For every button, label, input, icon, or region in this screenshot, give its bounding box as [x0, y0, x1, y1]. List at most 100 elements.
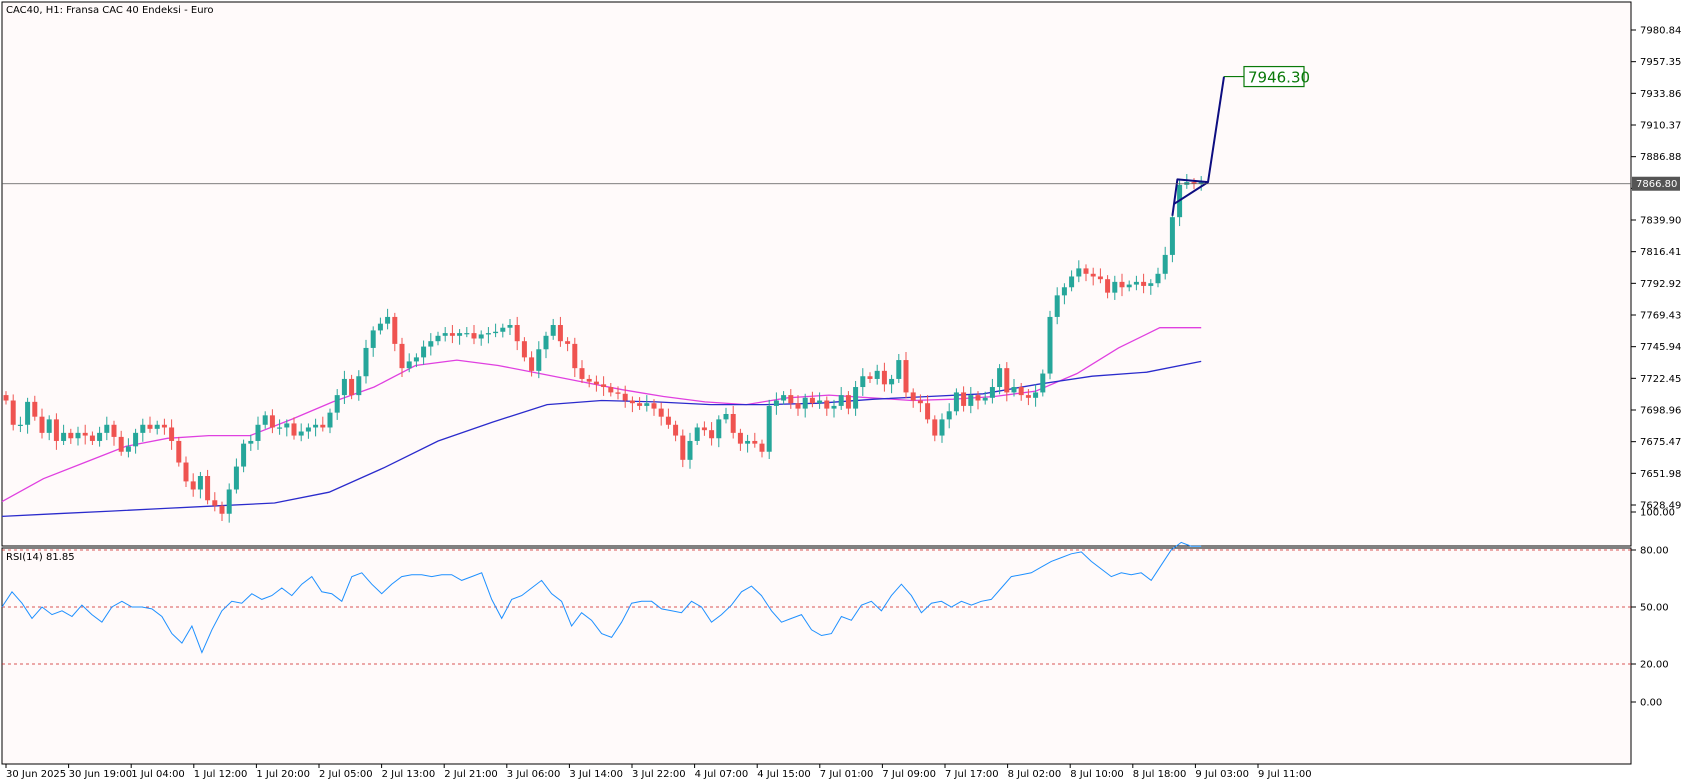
chart-title: CAC40, H1: Fransa CAC 40 Endeksi - Euro: [6, 5, 214, 16]
time-tick-label: 4 Jul 15:00: [757, 769, 811, 780]
time-tick-label: 7 Jul 01:00: [820, 769, 874, 780]
candle-body: [723, 413, 729, 420]
candle-body: [334, 395, 340, 413]
time-tick-label: 30 Jun 19:00: [69, 769, 133, 780]
candle-body: [514, 325, 520, 342]
candle-body: [730, 413, 736, 433]
candle-body: [932, 419, 938, 436]
candle-body: [500, 327, 506, 332]
candle-body: [75, 432, 81, 439]
candle-body: [32, 401, 38, 417]
price-tick-label: 7886.88: [1640, 152, 1681, 163]
time-tick-label: 2 Jul 13:00: [382, 769, 436, 780]
time-tick-label: 4 Jul 07:00: [695, 769, 749, 780]
candle-body: [392, 316, 398, 344]
candle-body: [39, 416, 45, 433]
time-tick-label: 7 Jul 09:00: [882, 769, 936, 780]
target-price-label: 7946.30: [1248, 69, 1310, 87]
time-tick-label: 2 Jul 05:00: [319, 769, 373, 780]
rsi-tick-label: 50.00: [1640, 603, 1669, 614]
candle-body: [17, 424, 23, 426]
candle-body: [363, 347, 369, 377]
candle-body: [284, 423, 290, 428]
candle-body: [125, 446, 131, 452]
candle-body: [716, 419, 722, 439]
price-tick-label: 7816.41: [1640, 247, 1681, 258]
candle-body: [629, 400, 635, 404]
candle-body: [680, 435, 686, 460]
candle-body: [1061, 287, 1067, 296]
candle-body: [233, 466, 239, 490]
candle-body: [1133, 281, 1139, 285]
candle-body: [809, 397, 815, 404]
chart-root: 7980.84 7957.35 7933.86 7910.37 7886.88 7839.…: [1, 1, 1681, 780]
price-tick-label: 7698.96: [1640, 406, 1681, 417]
candle-body: [557, 325, 563, 342]
candle-body: [773, 400, 779, 406]
candle-body: [565, 341, 571, 344]
candle-body: [413, 357, 419, 362]
candle-body: [982, 397, 988, 401]
price-tick-label: 7745.94: [1640, 342, 1681, 353]
rsi-tick-label: 20.00: [1640, 660, 1669, 671]
candle-body: [521, 341, 527, 358]
time-tick-label: 8 Jul 02:00: [1008, 769, 1062, 780]
candle-body: [766, 405, 772, 452]
candle-body: [1162, 254, 1168, 274]
time-tick-label: 7 Jul 17:00: [945, 769, 999, 780]
price-panel: [1, 1, 1632, 547]
candle-body: [406, 361, 412, 369]
candle-body: [752, 440, 758, 444]
time-tick-label: 3 Jul 22:00: [632, 769, 686, 780]
candle-body: [327, 412, 333, 428]
candle-body: [241, 443, 247, 467]
candle-body: [478, 334, 484, 339]
rsi-panel: [1, 547, 1632, 765]
candle-body: [1083, 268, 1089, 274]
candle-body: [377, 323, 383, 331]
time-tick-label: 1 Jul 04:00: [131, 769, 185, 780]
candle-body: [997, 368, 1003, 388]
price-tick-label: 7675.47: [1640, 437, 1681, 448]
price-tick-label: 7957.35: [1640, 57, 1681, 68]
candle-body: [687, 440, 693, 460]
candle-body: [183, 462, 189, 482]
price-tick-label: 7910.37: [1640, 121, 1681, 132]
candle-body: [1033, 392, 1039, 398]
candle-body: [1018, 387, 1024, 396]
candle-body: [442, 333, 448, 336]
price-tick-label: 7980.84: [1640, 26, 1681, 37]
price-tick-label: 7769.43: [1640, 311, 1681, 322]
candle-body: [471, 333, 477, 339]
candle-body: [975, 395, 981, 401]
candle-body: [917, 400, 923, 404]
candle-body: [968, 395, 974, 406]
candle-body: [104, 424, 110, 433]
candle-body: [140, 424, 146, 433]
candle-body: [464, 333, 470, 335]
candle-body: [1047, 316, 1053, 374]
candle-body: [147, 424, 153, 429]
candle-body: [1155, 273, 1161, 284]
candle-body: [190, 481, 196, 490]
candle-body: [889, 378, 895, 385]
candle-body: [82, 432, 88, 436]
candle-body: [853, 387, 859, 409]
candle-body: [399, 343, 405, 369]
candle-body: [61, 432, 67, 441]
candle-body: [507, 325, 513, 328]
candle-body: [1090, 273, 1096, 277]
candle-body: [1069, 276, 1075, 288]
time-tick-label: 2 Jul 21:00: [444, 769, 498, 780]
candle-body: [205, 476, 211, 501]
candle-body: [97, 432, 103, 441]
price-tick-label: 7839.90: [1640, 216, 1681, 227]
candle-body: [1004, 368, 1010, 393]
candle-body: [25, 401, 31, 425]
candle-body: [536, 349, 542, 371]
candle-body: [176, 440, 182, 463]
candle-body: [795, 403, 801, 409]
candle-body: [449, 333, 455, 336]
candle-body: [248, 440, 254, 444]
candle-body: [953, 392, 959, 412]
